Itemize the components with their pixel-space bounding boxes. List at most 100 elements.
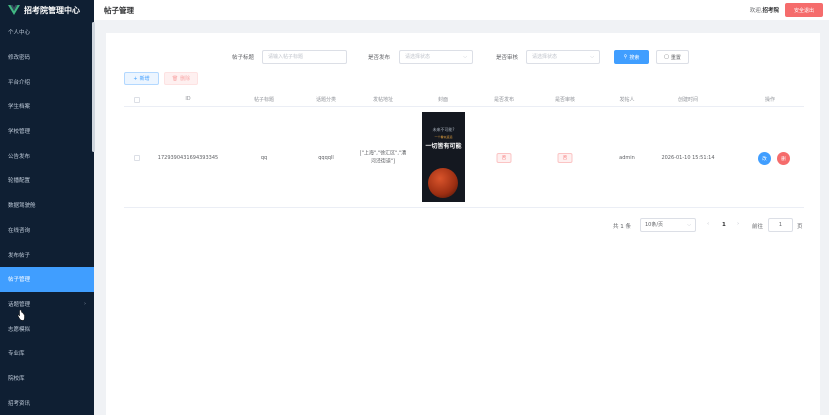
sidebar-item-label: 平台介绍 [8,79,31,86]
planet-graphic [428,168,458,198]
vue-logo-icon [8,5,20,15]
table-row: 1729390431694393345 qq qqqqll ["上海","徐汇区… [124,107,804,208]
sidebar-item-label: 发布帖子 [8,252,31,259]
publish-select[interactable]: 请选择状态 ⌵ [399,50,473,64]
sidebar-item[interactable]: 轮播配置 [0,168,94,193]
sidebar-item[interactable]: 公告发布 [0,143,94,168]
sidebar-item-label: 在线咨询 [8,227,31,234]
logout-button[interactable]: 安全退出 [785,3,823,17]
page-title: 帖子管理 [104,5,134,15]
select-all-checkbox[interactable] [134,97,140,103]
prev-page-button[interactable]: ‹ [707,221,709,227]
sidebar-item-label: 个人中心 [8,30,31,37]
add-button-label: 新增 [139,76,150,82]
cell-author: admin [619,155,635,161]
header-cover: 封面 [437,97,449,103]
sidebar-item-label: 话题管理 [8,301,31,308]
header-created: 创建时间 [677,97,699,103]
current-page[interactable]: 1 [722,222,726,228]
top-header: 帖子管理 欢迎,招考院 安全退出 [94,0,829,20]
cover-image[interactable]: 未来不可能? 一个看似遥远 一切皆有可能 [422,112,465,202]
cell-topic: qqqqll [318,155,334,161]
title-search-input[interactable]: 请输入帖子标题 [262,50,347,64]
search-button[interactable]: ⚲ 搜索 [614,50,649,64]
sidebar-item[interactable]: 发布帖子 [0,242,94,267]
page-suffix: 页 [797,224,803,230]
sidebar-scrollbar[interactable] [92,22,95,152]
goto-page-input[interactable]: 1 [768,218,793,232]
sidebar-item-label: 志愿模拟 [8,326,31,333]
welcome-text: 欢迎,招考院 [750,6,779,14]
publish-select-placeholder: 请选择状态 [405,54,431,60]
header-published: 是否发布 [493,97,515,103]
row-checkbox[interactable] [134,155,140,161]
sidebar-item-label: 专业库 [8,351,25,358]
sidebar-item[interactable]: 话题管理 › [0,292,94,317]
audited-tag: 否 [557,153,573,163]
delete-button[interactable]: 删 [777,152,790,165]
sidebar-item[interactable]: 帖子管理 [0,266,94,292]
pagination: 共 1 条 10条/页 ⌵ ‹ 1 › 前往 1 页 [106,218,820,232]
cover-text-1: 未来不可能? [432,127,455,132]
sidebar-item[interactable]: 专业库 [0,341,94,366]
sidebar-item-label: 修改密码 [8,55,31,62]
sidebar-menu: 个人中心修改密码平台介绍学生档案学校管理公告发布轮播配置数据驾驶舱在线咨询发布帖… [0,20,94,415]
header-author: 发帖人 [619,97,635,103]
search-form: 帖子标题 请输入帖子标题 是否发布 请选择状态 ⌵ 是否审核 请选择状态 ⌵ ⚲ 搜索… [106,50,820,64]
goto-label: 前往 [752,224,764,230]
sidebar-item[interactable]: 数据驾驶舱 [0,193,94,218]
chevron-right-icon: › [84,300,86,307]
sidebar-item[interactable]: 院校库 [0,366,94,391]
sidebar-item[interactable]: 招考资讯 [0,390,94,415]
header-title: 帖子标题 [253,97,275,103]
title-filter-label: 帖子标题 [232,55,255,61]
sidebar-item-label: 轮播配置 [8,178,31,185]
audit-select[interactable]: 请选择状态 ⌵ [526,50,600,64]
sidebar-item[interactable]: 平台介绍 [0,69,94,94]
audit-filter-label: 是否审核 [496,55,519,61]
app-logo: 招考院管理中心 [0,0,94,20]
batch-delete-button[interactable]: 🗑 删除 [164,72,198,85]
reset-button[interactable]: ▢ 重置 [656,50,689,64]
sidebar-item-label: 数据驾驶舱 [8,203,36,210]
header-id: ID [185,96,191,102]
sidebar-item-label: 学校管理 [8,129,31,136]
sidebar-item-label: 学生档案 [8,104,31,111]
cell-title: qq [260,155,268,161]
cell-created: 2026-01-10 15:51:14 [661,155,715,161]
reset-button-label: 重置 [670,54,681,61]
sidebar-item-label: 帖子管理 [8,277,31,284]
chevron-down-icon: ⌵ [687,222,691,228]
header-actions: 操作 [764,97,776,103]
page-size-select[interactable]: 10条/页 ⌵ [640,218,696,232]
sidebar-item[interactable]: 在线咨询 [0,218,94,243]
sidebar-item[interactable]: 个人中心 [0,20,94,45]
plus-icon: + [133,75,138,82]
sidebar-item[interactable]: 修改密码 [0,45,94,70]
sidebar-item[interactable]: 志愿模拟 [0,316,94,341]
document-icon: ▢ [664,54,669,60]
table-header: ID 帖子标题 话题分类 发帖地址 封面 是否发布 是否审核 发帖人 创建时间 … [124,93,804,107]
published-tag: 否 [496,153,512,163]
audit-select-placeholder: 请选择状态 [532,54,558,60]
trash-icon: 🗑 [171,75,179,82]
username: 招考院 [762,8,779,14]
main-card: 帖子标题 请输入帖子标题 是否发布 请选择状态 ⌵ 是否审核 请选择状态 ⌵ ⚲ 搜索… [106,33,820,415]
chevron-down-icon: ⌵ [590,54,594,60]
delete-button-label: 删除 [180,76,191,82]
page-size-value: 10条/页 [645,222,664,228]
edit-button[interactable]: 改 [758,152,771,165]
cell-address: ["上海","徐汇区","漕河泾街道"] [359,150,407,165]
header-audited: 是否审核 [554,97,576,103]
mouse-pointer-icon [17,310,25,321]
sidebar-item[interactable]: 学校管理 [0,119,94,144]
sidebar-item[interactable]: 学生档案 [0,94,94,119]
sidebar-item-label: 招考资讯 [8,400,31,407]
add-button[interactable]: + 新增 [124,72,159,85]
search-button-label: 搜索 [629,54,640,61]
sidebar-item-label: 院校库 [8,375,25,382]
cover-text-2: 一个看似遥远 [434,135,453,139]
next-page-button[interactable]: › [737,221,739,227]
pagination-total: 共 1 条 [613,224,631,230]
header-address: 发帖地址 [372,97,394,103]
